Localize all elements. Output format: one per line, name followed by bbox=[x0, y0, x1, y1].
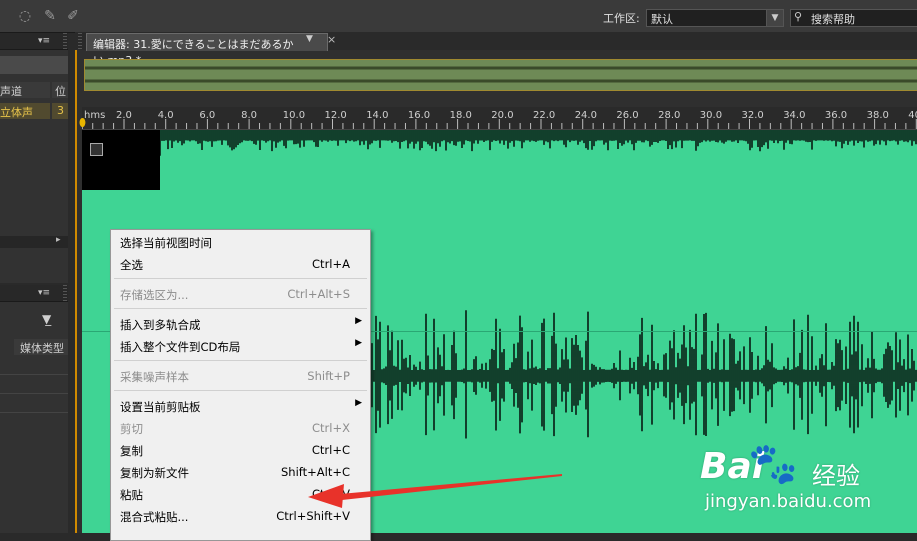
tab-menu-icon[interactable]: ▼ bbox=[306, 34, 313, 44]
ruler-tick-label: 10.0 bbox=[282, 110, 306, 121]
ruler-tick-label: 2.0 bbox=[116, 110, 132, 121]
context-menu-item-shortcut: Ctrl+Shift+V bbox=[276, 509, 350, 523]
menu-separator bbox=[114, 390, 367, 391]
context-menu-item[interactable]: 全选 Ctrl+A bbox=[111, 253, 370, 275]
brush-icon[interactable]: ✎ bbox=[41, 7, 59, 25]
baidu-jingyan-text: 经验 bbox=[812, 462, 860, 490]
ruler-unit-label: hms bbox=[84, 110, 106, 121]
context-menu-item[interactable]: 复制 Ctrl+C bbox=[111, 439, 370, 461]
healing-brush-icon[interactable]: ✐ bbox=[64, 7, 82, 25]
menu-separator bbox=[114, 308, 367, 309]
ruler-tick-label: 36.0 bbox=[824, 110, 848, 121]
tab-editor[interactable]: 编辑器: 31.愛にできることはまだあるかい.mp3 * bbox=[86, 33, 328, 67]
divider bbox=[0, 412, 68, 413]
context-menu-item[interactable]: 插入到多轨合成 ▶ bbox=[111, 313, 370, 335]
ruler-tick-label: 22.0 bbox=[533, 110, 556, 121]
ruler-tick-label: 8.0 bbox=[241, 110, 257, 121]
context-menu-item-label: 存储选区为... bbox=[120, 288, 189, 302]
context-menu-item[interactable]: 设置当前剪贴板 ▶ bbox=[111, 395, 370, 417]
context-menu-item-label: 复制为新文件 bbox=[120, 466, 189, 480]
context-menu-item-label: 插入整个文件到CD布局 bbox=[120, 340, 241, 354]
context-menu-item-label: 粘贴 bbox=[120, 488, 143, 502]
context-menu-item-label: 全选 bbox=[120, 258, 143, 272]
context-menu-item-shortcut: Shift+P bbox=[307, 369, 350, 383]
context-menu-item[interactable]: 选择当前视图时间 bbox=[111, 231, 370, 253]
context-menu-item-label: 复制 bbox=[120, 444, 143, 458]
file-row-bits[interactable]: 3 bbox=[52, 103, 68, 119]
help-search-text: 搜索帮助 bbox=[811, 13, 855, 26]
watermark-url: jingyan.baidu.com bbox=[705, 491, 872, 512]
context-menu-item-shortcut: Ctrl+C bbox=[311, 443, 350, 457]
context-menu-item-label: 剪切 bbox=[120, 422, 143, 436]
context-menu-item-label: 选择当前视图时间 bbox=[120, 236, 212, 250]
ruler-tick-label: 18.0 bbox=[449, 110, 472, 121]
panel-gripper[interactable] bbox=[63, 285, 67, 301]
submenu-arrow-icon: ▶ bbox=[355, 316, 362, 326]
annotation-arrow bbox=[308, 474, 562, 508]
lasso-icon[interactable]: ◌ bbox=[16, 7, 34, 25]
files-panel-header: ▾≡ bbox=[0, 33, 68, 50]
workspace-value: 默认 bbox=[651, 13, 673, 26]
context-menu-item: 剪切 Ctrl+X bbox=[111, 417, 370, 439]
ruler-tick-label: 14.0 bbox=[366, 110, 389, 121]
submenu-arrow-icon: ▶ bbox=[355, 398, 362, 408]
ruler-tick-label: 4.0 bbox=[157, 110, 174, 121]
ruler-tick-label: 20.0 bbox=[491, 110, 514, 121]
submenu-arrow-icon: ▶ bbox=[355, 338, 362, 348]
ruler-tick-label: 16.0 bbox=[407, 110, 431, 121]
context-menu-item-label: 插入到多轨合成 bbox=[120, 318, 201, 332]
context-menu-item-label: 设置当前剪贴板 bbox=[120, 400, 201, 414]
menu-separator bbox=[114, 278, 367, 279]
panel-gripper[interactable] bbox=[63, 33, 67, 49]
ruler-tick-label: 12.0 bbox=[324, 110, 347, 121]
column-header-channels[interactable]: 声道 bbox=[0, 82, 50, 98]
playhead-marker[interactable]: ⬮ bbox=[79, 116, 86, 130]
ruler-tick-label: 34.0 bbox=[783, 110, 806, 121]
horizontal-scrollbar[interactable]: ▸ bbox=[0, 235, 68, 248]
context-menu-item-label: 混合式粘贴... bbox=[120, 510, 189, 524]
ruler-tick-label: 38.0 bbox=[866, 110, 889, 121]
column-header-bits[interactable]: 位 bbox=[52, 82, 68, 98]
waveform-channel bbox=[81, 130, 917, 158]
menu-separator bbox=[114, 360, 367, 361]
ruler-tick-label: 28.0 bbox=[658, 110, 681, 121]
chevron-down-icon[interactable]: ▼ bbox=[766, 10, 783, 26]
hud-toggle-icon[interactable] bbox=[90, 143, 103, 156]
ruler-tick-label: 24.0 bbox=[574, 110, 597, 121]
context-menu-item-shortcut: Ctrl+A bbox=[312, 257, 350, 271]
close-icon[interactable]: × bbox=[327, 33, 336, 46]
ruler-tick-label: 26.0 bbox=[616, 110, 639, 121]
help-search-input[interactable]: ⚲ 搜索帮助 bbox=[790, 9, 917, 27]
panel-menu-icon[interactable]: ▾≡ bbox=[38, 288, 50, 298]
context-menu-item-shortcut: Ctrl+X bbox=[312, 421, 350, 435]
overview-waveform-graphic bbox=[85, 66, 917, 83]
waveform-loud-block bbox=[82, 130, 160, 190]
waveform-channel bbox=[371, 310, 917, 439]
divider bbox=[0, 374, 68, 375]
scroll-right-icon[interactable]: ▸ bbox=[56, 235, 61, 245]
ruler-tick-label: 30.0 bbox=[699, 110, 723, 121]
context-menu-item: 存储选区为... Ctrl+Alt+S bbox=[111, 283, 370, 305]
context-menu-item-label: 采集噪声样本 bbox=[120, 370, 189, 384]
ruler-tick-label: 40 bbox=[908, 110, 917, 121]
column-header-media-type[interactable]: 媒体类型 bbox=[14, 339, 68, 355]
overview-waveform[interactable] bbox=[84, 59, 917, 91]
context-menu-item[interactable]: 插入整个文件到CD布局 ▶ bbox=[111, 335, 370, 357]
media-browser-panel: ▾≡ bbox=[0, 285, 68, 533]
ruler-tick-label: 32.0 bbox=[741, 110, 764, 121]
context-menu-item: 采集噪声样本 Shift+P bbox=[111, 365, 370, 387]
workspace-select[interactable]: 默认 ▼ bbox=[646, 9, 784, 27]
workspace-label: 工作区: bbox=[603, 12, 640, 25]
panel-gripper[interactable] bbox=[78, 33, 82, 49]
media-panel-header: ▾≡ bbox=[0, 285, 68, 302]
file-row-channels[interactable]: 立体声 bbox=[0, 103, 50, 119]
divider bbox=[0, 393, 68, 394]
search-icon: ⚲ bbox=[794, 10, 803, 23]
baidu-logo-du: du bbox=[763, 463, 783, 479]
panel-menu-icon[interactable]: ▾≡ bbox=[38, 36, 50, 46]
ruler-tick-label: 6.0 bbox=[199, 110, 216, 121]
filter-icon[interactable]: ▼̲ bbox=[42, 312, 51, 326]
files-filter-field[interactable] bbox=[0, 56, 68, 74]
context-menu-item-shortcut: Ctrl+Alt+S bbox=[287, 287, 350, 301]
